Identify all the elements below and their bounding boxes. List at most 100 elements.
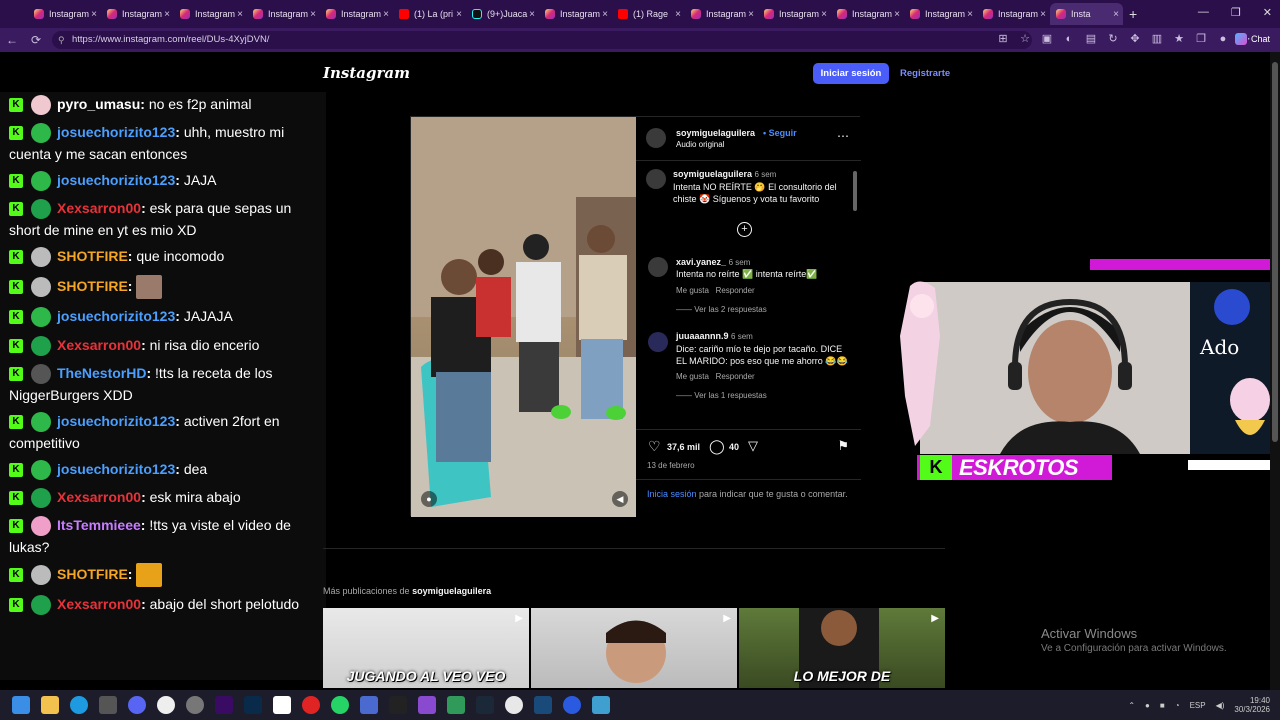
chat-username[interactable]: Xexsarron00 (57, 489, 141, 505)
volume-icon[interactable]: ◀) (1216, 701, 1225, 710)
comment-avatar[interactable] (648, 257, 668, 277)
more-options-icon[interactable]: ⋯ (837, 129, 849, 143)
close-tab-icon[interactable]: × (1040, 9, 1046, 20)
chat-username[interactable]: Xexsarron00 (57, 596, 141, 612)
browser-tab[interactable]: Instagram × (320, 3, 393, 25)
browser-tab[interactable]: Instagram × (977, 3, 1050, 25)
close-tab-icon[interactable]: × (967, 9, 973, 20)
comment-avatar[interactable] (648, 332, 668, 352)
share-icon[interactable]: ▽ (748, 438, 758, 454)
reel-video[interactable]: ● ◀ (411, 117, 636, 517)
caption-avatar[interactable] (646, 169, 666, 189)
follow-link[interactable]: • Seguir (763, 128, 797, 138)
start-icon[interactable] (12, 696, 30, 714)
chat-username[interactable]: josuechorizito123 (57, 172, 175, 188)
view-replies-link[interactable]: Ver las 2 respuestas (694, 305, 766, 314)
comment-like-link[interactable]: Me gusta (676, 286, 709, 295)
sound-icon[interactable]: ◀ (612, 491, 628, 507)
close-tab-icon[interactable]: × (164, 9, 170, 20)
profile-avatar-icon[interactable]: ● (1216, 32, 1230, 46)
close-tab-icon[interactable]: × (383, 9, 389, 20)
chat-username[interactable]: Xexsarron00 (57, 200, 141, 216)
chat-username[interactable]: TheNestorHD (57, 365, 146, 381)
tray-app-icon[interactable]: ● (1145, 701, 1150, 710)
comment-reply-link[interactable]: Responder (716, 286, 755, 295)
caption-author[interactable]: soymiguelaguilera (673, 169, 752, 179)
close-tab-icon[interactable]: × (456, 9, 462, 20)
capcut-icon[interactable] (273, 696, 291, 714)
browser-tab[interactable]: (1) Rage × (612, 3, 685, 25)
close-tab-icon[interactable]: × (821, 9, 827, 20)
author-name[interactable]: soymiguelaguilera (676, 128, 755, 138)
edge-browser-icon[interactable] (70, 696, 88, 714)
url-field[interactable]: ⚲ https://www.instagram.com/reel/DUs-4Xy… (52, 31, 1032, 49)
save-bookmark-icon[interactable]: ⚑ (837, 438, 849, 454)
close-tab-icon[interactable]: × (237, 9, 243, 20)
close-tab-icon[interactable]: × (91, 9, 97, 20)
copilot-chat-button[interactable]: Chat (1234, 33, 1270, 45)
file-explorer-icon[interactable] (41, 696, 59, 714)
audio-app-icon[interactable] (534, 696, 552, 714)
obs-icon[interactable] (157, 696, 175, 714)
post-thumbnail[interactable]: ▶ (531, 608, 737, 688)
browser-tab[interactable]: Instagram × (685, 3, 758, 25)
apps-icon[interactable]: ⊞ (996, 32, 1010, 46)
close-tab-icon[interactable]: × (1113, 9, 1119, 20)
close-tab-icon[interactable]: × (748, 9, 754, 20)
browser-tab[interactable]: Instagram × (247, 3, 320, 25)
browser-tab[interactable]: Instagram × (904, 3, 977, 25)
page-scrollbar[interactable] (1270, 52, 1280, 690)
comment-like-link[interactable]: Me gusta (676, 372, 709, 381)
chat-username[interactable]: ItsTemmieee (57, 517, 141, 533)
extensions-puzzle-icon[interactable]: ✥ (1128, 32, 1142, 46)
clock[interactable]: 19:40 30/3/2026 (1234, 696, 1270, 714)
maximize-icon[interactable]: ❐ (1231, 6, 1241, 19)
comment-bubble-icon[interactable]: ◯ (709, 438, 725, 455)
extension-icon[interactable]: ▤ (1084, 32, 1098, 46)
login-prompt-link[interactable]: Inicia sesión (647, 489, 697, 499)
browser-tab[interactable]: Insta × (1050, 3, 1123, 25)
photoshop-icon[interactable] (244, 696, 262, 714)
comment-author[interactable]: juuaaannn.9 (676, 331, 729, 341)
browser-tab[interactable]: (1) La (pri × (393, 3, 466, 25)
chrome-icon[interactable] (505, 696, 523, 714)
chat-username[interactable]: josuechorizito123 (57, 124, 175, 140)
browser-tab[interactable]: (9+)Juaca × (466, 3, 539, 25)
back-icon[interactable]: ← (0, 33, 24, 47)
chat-username[interactable]: josuechorizito123 (57, 413, 175, 429)
media-icon[interactable] (302, 696, 320, 714)
browser-tab[interactable]: Instagram × (28, 3, 101, 25)
reload-icon[interactable]: ⟳ (24, 33, 48, 47)
login-button[interactable]: Iniciar sesión (813, 63, 889, 84)
notepad-icon[interactable] (447, 696, 465, 714)
post-thumbnail[interactable]: ▶ JUGANDO AL VEO VEO (323, 608, 529, 688)
tray-chevron-icon[interactable]: ⌃ (1128, 701, 1135, 710)
audio-label[interactable]: Audio original (676, 140, 724, 149)
collections-icon[interactable]: ❐ (1194, 32, 1208, 46)
close-tab-icon[interactable]: × (675, 9, 681, 20)
new-tab-icon[interactable]: + (1129, 6, 1137, 22)
like-heart-icon[interactable]: ♡ (648, 438, 661, 455)
app-icon[interactable] (592, 696, 610, 714)
split-screen-icon[interactable]: ▥ (1150, 32, 1164, 46)
more-posts-author[interactable]: soymiguelaguilera (412, 586, 491, 596)
store-icon[interactable] (99, 696, 117, 714)
discord-icon[interactable] (128, 696, 146, 714)
whatsapp-icon[interactable] (331, 696, 349, 714)
close-tab-icon[interactable]: × (602, 9, 608, 20)
premiere-icon[interactable] (215, 696, 233, 714)
post-thumbnail[interactable]: ▶ LO MEJOR DE (739, 608, 945, 688)
minimize-icon[interactable]: — (1198, 6, 1209, 19)
site-info-icon[interactable]: ⚲ (58, 31, 65, 49)
chat-username[interactable]: josuechorizito123 (57, 308, 175, 324)
extension-icon[interactable]: ▣ (1040, 32, 1054, 46)
app-icon[interactable] (418, 696, 436, 714)
close-window-icon[interactable]: ✕ (1263, 6, 1272, 19)
chat-username[interactable]: SHOTFIRE (57, 566, 128, 582)
browser-tab[interactable]: Instagram × (758, 3, 831, 25)
author-avatar[interactable] (646, 128, 666, 148)
chat-username[interactable]: josuechorizito123 (57, 461, 175, 477)
browser-tab[interactable]: Instagram × (539, 3, 612, 25)
close-tab-icon[interactable]: × (529, 9, 535, 20)
browser-tab[interactable]: Instagram × (831, 3, 904, 25)
